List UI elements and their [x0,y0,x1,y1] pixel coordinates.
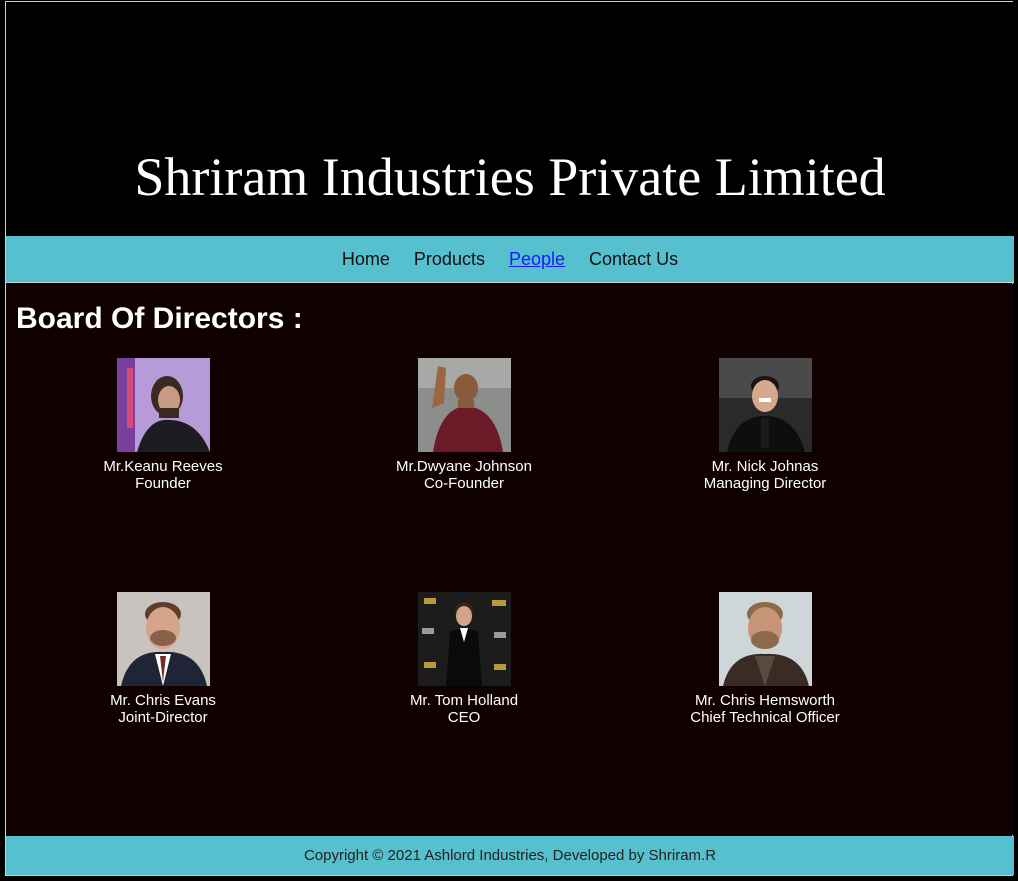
person-role: Co-Founder [423,475,505,492]
person-role: CEO [447,709,481,726]
person-role: Founder [135,475,191,492]
site-header: Shriram Industries Private Limited [6,2,1014,236]
portrait-chris-hemsworth [718,592,812,686]
copyright-text: Copyright © 2021 Ashlord Industries, Dev… [303,847,717,864]
person-card: Mr. Chris Hemsworth Chief Technical Offi… [655,592,875,726]
page-title: Shriram Industries Private Limited [134,147,886,207]
person-role: Joint-Director [118,709,208,726]
portrait-dwyane-johnson [417,358,511,452]
main-content: Board Of Directors : Mr.Keanu Reeves Fou… [6,284,1014,835]
person-name: Mr. Chris Hemsworth [694,692,836,709]
person-card: Mr.Dwyane Johnson Co-Founder [354,358,574,492]
portrait-chris-evans [116,592,210,686]
person-name: Mr.Keanu Reeves [103,458,223,475]
nav-link-products[interactable]: Products [414,249,485,270]
person-role: Chief Technical Officer [690,709,840,726]
nav-link-people[interactable]: People [509,249,565,270]
section-heading: Board Of Directors : [16,302,303,335]
nav-bar: Home Products People Contact Us [6,236,1014,283]
person-name: Mr.Dwyane Johnson [396,458,532,475]
person-card: Mr.Keanu Reeves Founder [53,358,273,492]
person-card: Mr. Tom Holland CEO [354,592,574,726]
portrait-tom-holland [417,592,511,686]
portrait-nick-jonas [718,358,812,452]
person-card: Mr. Nick Johnas Managing Director [655,358,875,492]
site-footer: Copyright © 2021 Ashlord Industries, Dev… [6,836,1014,875]
portrait-keanu-reeves [116,358,210,452]
nav-link-home[interactable]: Home [342,249,390,270]
nav-link-contact-us[interactable]: Contact Us [589,249,678,270]
person-name: Mr. Tom Holland [409,692,519,709]
person-name: Mr. Nick Johnas [711,458,819,475]
person-name: Mr. Chris Evans [110,692,216,709]
person-card: Mr. Chris Evans Joint-Director [53,592,273,726]
person-role: Managing Director [703,475,827,492]
